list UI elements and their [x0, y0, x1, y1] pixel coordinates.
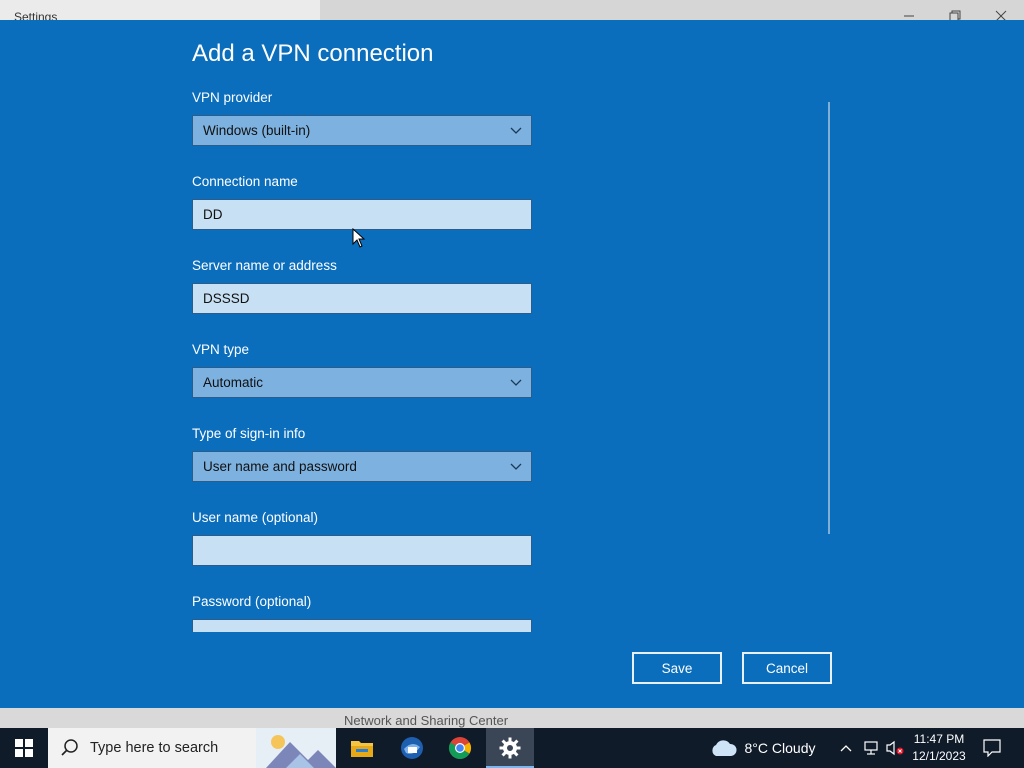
mouse-cursor-icon — [352, 228, 366, 248]
settings-taskbar-button[interactable] — [486, 728, 534, 768]
search-highlight-icon — [256, 728, 336, 768]
vpn-type-label: VPN type — [192, 342, 250, 357]
sign-in-type-value: User name and password — [203, 459, 357, 474]
server-address-field: Server name or address DSSSD — [192, 256, 532, 314]
network-tray-button[interactable] — [860, 728, 882, 768]
sign-in-type-label: Type of sign-in info — [192, 426, 306, 441]
chevron-down-icon — [510, 463, 522, 470]
server-address-label: Server name or address — [192, 258, 337, 273]
weather-widget[interactable]: 8°C Cloudy — [704, 728, 820, 768]
connection-name-label: Connection name — [192, 174, 298, 189]
show-hidden-icons-button[interactable] — [836, 728, 856, 768]
vpn-provider-value: Windows (built-in) — [203, 123, 311, 138]
network-sharing-center-link[interactable]: Network and Sharing Center — [344, 713, 508, 728]
network-icon — [864, 741, 878, 755]
file-explorer-button[interactable] — [338, 728, 386, 768]
connection-name-value: DD — [203, 207, 223, 222]
password-field: Password (optional) — [192, 592, 532, 632]
volume-tray-button[interactable] — [884, 728, 906, 768]
chrome-icon — [449, 737, 471, 759]
thunderbird-button[interactable] — [388, 728, 436, 768]
vpn-provider-label: VPN provider — [192, 90, 273, 105]
sign-in-type-field: Type of sign-in info User name and passw… — [192, 424, 532, 482]
add-vpn-dialog: Add a VPN connection VPN provider Window… — [0, 20, 1024, 708]
clock-date: 12/1/2023 — [912, 749, 966, 763]
gear-icon — [499, 737, 521, 759]
password-label: Password (optional) — [192, 594, 312, 609]
folder-icon — [351, 741, 373, 757]
volume-muted-icon — [886, 740, 904, 756]
chevron-up-icon — [840, 745, 852, 752]
server-address-value: DSSSD — [203, 291, 250, 306]
username-label: User name (optional) — [192, 510, 319, 525]
server-address-input[interactable]: DSSSD — [192, 283, 532, 314]
chevron-down-icon — [510, 379, 522, 386]
search-placeholder: Type here to search — [90, 740, 219, 756]
vpn-provider-field: VPN provider Windows (built-in) — [192, 88, 532, 146]
thunderbird-icon — [401, 737, 423, 759]
password-input[interactable] — [192, 619, 532, 632]
clock[interactable]: 11:47 PM 12/1/2023 — [908, 728, 970, 768]
save-button[interactable]: Save — [632, 652, 722, 684]
vpn-type-field: VPN type Automatic — [192, 340, 532, 398]
cancel-button[interactable]: Cancel — [742, 652, 832, 684]
vpn-provider-select[interactable]: Windows (built-in) — [192, 115, 532, 146]
chevron-down-icon — [510, 127, 522, 134]
username-input[interactable] — [192, 535, 532, 566]
search-icon — [61, 739, 78, 756]
weather-text: 8°C Cloudy — [744, 740, 816, 756]
sign-in-type-select[interactable]: User name and password — [192, 451, 532, 482]
dialog-title: Add a VPN connection — [192, 40, 434, 67]
connection-name-input[interactable]: DD — [192, 199, 532, 230]
chrome-button[interactable] — [436, 728, 484, 768]
username-field: User name (optional) — [192, 508, 532, 566]
taskbar: Type here to search 8°C Cloudy 11:47 PM … — [0, 728, 1024, 768]
scrollbar[interactable] — [828, 102, 830, 534]
vpn-type-select[interactable]: Automatic — [192, 367, 532, 398]
vpn-type-value: Automatic — [203, 375, 264, 390]
clock-time: 11:47 PM — [913, 732, 965, 746]
cloud-icon — [711, 740, 737, 756]
windows-logo-icon — [15, 739, 33, 757]
notification-icon — [983, 739, 1001, 757]
start-button[interactable] — [0, 728, 48, 768]
connection-name-field: Connection name DD — [192, 172, 532, 230]
taskbar-search-box[interactable]: Type here to search — [48, 728, 336, 768]
notification-center-button[interactable] — [976, 728, 1008, 768]
form-scroll-area: VPN provider Windows (built-in) Connecti… — [192, 84, 832, 632]
